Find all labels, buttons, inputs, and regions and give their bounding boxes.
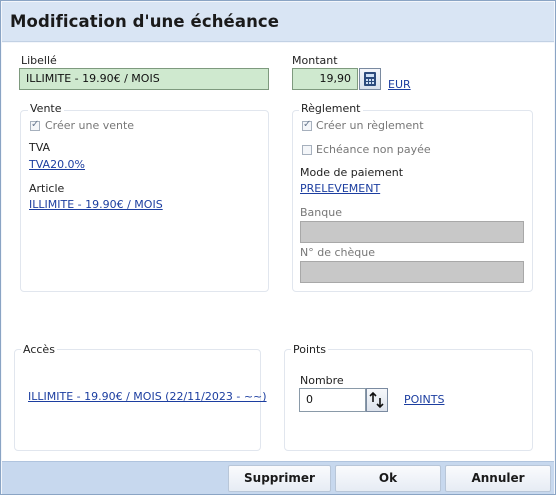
- calculator-icon: [364, 72, 376, 86]
- montant-input[interactable]: 19,90: [292, 68, 358, 90]
- nombre-input[interactable]: 0: [299, 388, 366, 412]
- reglement-title: Règlement: [299, 102, 363, 115]
- dialog-window: Modification d'une échéance Libellé ILLI…: [0, 0, 556, 495]
- supprimer-button[interactable]: Supprimer: [228, 465, 331, 492]
- title-bar: Modification d'une échéance: [2, 2, 554, 42]
- article-label: Article: [29, 182, 65, 195]
- points-link[interactable]: POINTS: [404, 393, 444, 406]
- cheque-input[interactable]: [300, 261, 524, 283]
- libelle-label: Libellé: [21, 54, 57, 67]
- banque-label: Banque: [300, 206, 342, 219]
- banque-input[interactable]: [300, 221, 524, 243]
- dialog-content: Libellé ILLIMITE - 19.90€ / MOIS Montant…: [2, 43, 554, 461]
- currency-link[interactable]: EUR: [388, 78, 411, 91]
- tva-label: TVA: [29, 141, 51, 154]
- mode-paiement-label: Mode de paiement: [300, 166, 404, 179]
- mode-paiement-link[interactable]: PRELEVEMENT: [300, 182, 380, 195]
- echeance-non-payee-checkbox[interactable]: [302, 145, 312, 155]
- ok-button[interactable]: Ok: [335, 465, 441, 492]
- calculator-button[interactable]: [359, 68, 381, 90]
- dialog-title: Modification d'une échéance: [10, 12, 280, 31]
- tva-link[interactable]: TVA20.0%: [29, 158, 85, 171]
- stepper-arrows-icon: [369, 391, 384, 409]
- nombre-stepper[interactable]: [366, 388, 388, 412]
- acces-title: Accès: [21, 343, 57, 356]
- points-title: Points: [291, 343, 329, 356]
- montant-label: Montant: [292, 54, 338, 67]
- echeance-non-payee-label: Echéance non payée: [316, 143, 431, 156]
- annuler-button[interactable]: Annuler: [445, 465, 551, 492]
- libelle-input[interactable]: ILLIMITE - 19.90€ / MOIS: [19, 68, 269, 90]
- button-bar: Supprimer Ok Annuler: [2, 461, 554, 494]
- creer-vente-checkbox[interactable]: [30, 119, 40, 131]
- cheque-label: N° de chèque: [300, 246, 375, 259]
- creer-reglement-label: Créer un règlement: [316, 119, 424, 132]
- nombre-label: Nombre: [300, 374, 344, 387]
- acces-link[interactable]: ILLIMITE - 19.90€ / MOIS (22/11/2023 - ~…: [28, 390, 267, 403]
- creer-vente-label: Créer une vente: [45, 119, 135, 132]
- article-link[interactable]: ILLIMITE - 19.90€ / MOIS: [29, 198, 163, 211]
- creer-reglement-checkbox[interactable]: [302, 119, 312, 131]
- vente-title: Vente: [28, 102, 64, 115]
